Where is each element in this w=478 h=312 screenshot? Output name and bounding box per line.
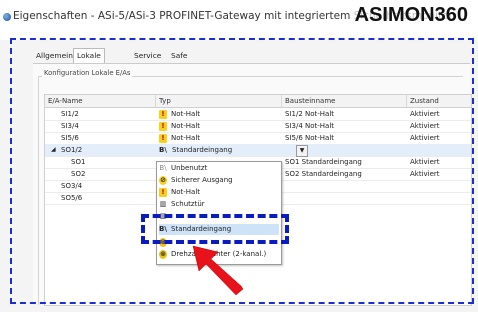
annotation-highlight-box bbox=[141, 214, 289, 244]
app-icon bbox=[3, 13, 11, 21]
annotation-outer-frame bbox=[10, 38, 474, 304]
brand-watermark: ASIMON360 bbox=[352, 4, 470, 27]
